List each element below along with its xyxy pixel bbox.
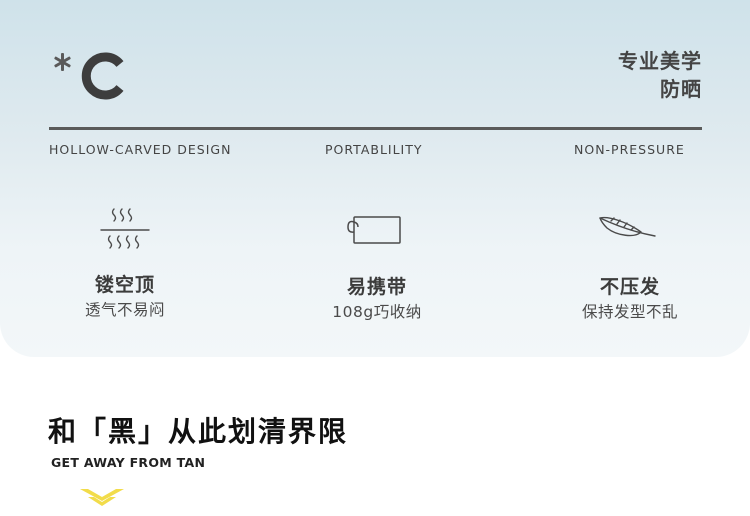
chevron-mark-icon	[80, 489, 124, 506]
brand-logo	[54, 52, 124, 100]
features-panel: 专业美学 防晒 HOLLOW-CARVED DESIGN 镂空顶 透气不易闷 P…	[0, 0, 750, 357]
section-headline: 和「黑」从此划清界限	[48, 415, 349, 448]
folded-hat-icon	[347, 216, 401, 244]
tagline-line-1: 专业美学	[618, 49, 702, 73]
logo-c-letter	[81, 52, 124, 100]
feature-3-subtitle: 保持发型不乱	[581, 303, 678, 321]
feature-1-title: 镂空顶	[94, 274, 155, 296]
heat-waves-icon	[100, 208, 150, 249]
tagline-line-2: 防晒	[660, 77, 702, 101]
feature-3-en-label: NON-PRESSURE	[574, 142, 685, 157]
feature-2-subtitle: 108g巧收纳	[332, 303, 422, 321]
feature-2-title: 易携带	[346, 276, 407, 298]
divider-rule	[49, 127, 702, 130]
asterisk-icon	[54, 53, 71, 71]
feature-3-title: 不压发	[599, 276, 660, 298]
feather-icon	[599, 216, 656, 237]
feature-1-subtitle: 透气不易闷	[84, 301, 165, 319]
feature-2-en-label: PORTABLILITY	[325, 142, 423, 157]
brand-tagline: 专业美学 防晒	[618, 47, 702, 103]
feature-1-en-label: HOLLOW-CARVED DESIGN	[49, 142, 232, 157]
section-headline-en: GET AWAY FROM TAN	[51, 455, 206, 470]
